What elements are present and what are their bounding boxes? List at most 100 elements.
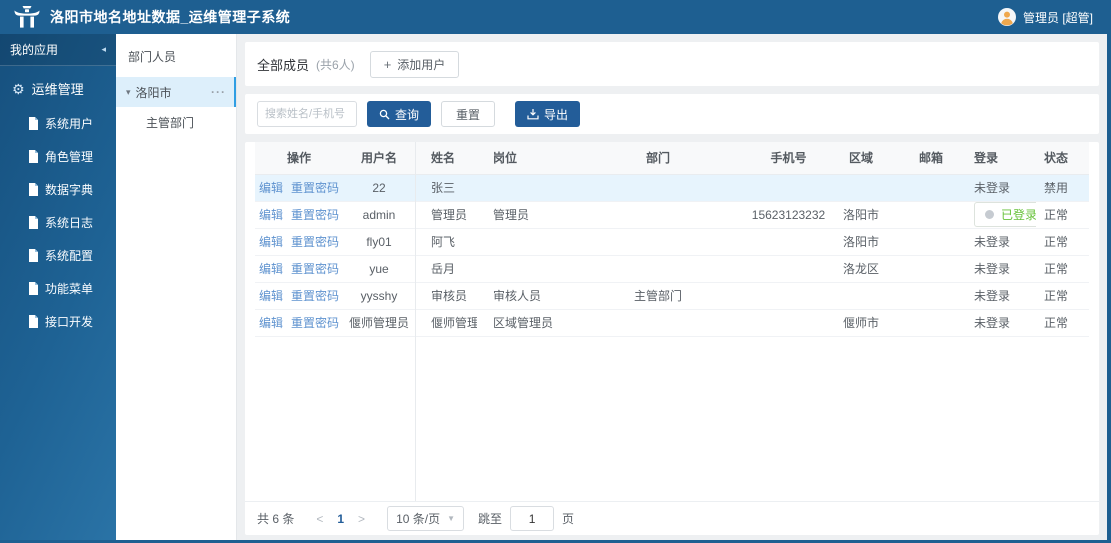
query-button[interactable]: 查询 — [367, 101, 432, 127]
dept-tree: ▾ 洛阳市 ··· 主管部门 — [116, 77, 236, 137]
document-icon — [28, 216, 39, 229]
document-icon — [28, 315, 39, 328]
column-header-post: 岗位 — [477, 142, 565, 175]
more-actions-icon[interactable]: ··· — [211, 85, 226, 99]
login-cell: 未登录 — [966, 255, 1036, 283]
username-cell: yue — [343, 255, 415, 283]
sidebar-item[interactable]: 系统配置 — [0, 239, 116, 272]
prev-page-button[interactable]: < — [308, 512, 331, 526]
column-header-email: 邮箱 — [896, 142, 966, 175]
actions-cell: 编辑重置密码删除 — [255, 255, 343, 283]
column-header-region: 区域 — [826, 142, 896, 175]
edit-link[interactable]: 编辑 — [259, 181, 283, 195]
sidebar-item[interactable]: 系统日志 — [0, 206, 116, 239]
main-content: 全部成员 (共6人) + 添加用户 查询 — [237, 34, 1107, 540]
search-icon — [379, 109, 390, 120]
region-value: 偃师市 — [842, 316, 879, 330]
export-label: 导出 — [544, 107, 569, 122]
status-value: 正常 — [1044, 262, 1069, 276]
reset-password-link[interactable]: 重置密码 — [291, 262, 339, 276]
gear-icon: ⚙ — [12, 80, 25, 97]
post-value: 审核人员 — [493, 289, 542, 303]
reset-password-link[interactable]: 重置密码 — [291, 208, 339, 222]
phone-cell — [751, 255, 826, 283]
phone-cell — [751, 174, 826, 202]
dept-panel-title: 部门人员 — [128, 50, 177, 64]
table-row: 编辑重置密码删除偃师管理员偃师管理员区域管理员偃师市未登录正常 — [255, 309, 1089, 337]
actions-cell: 编辑重置密码删除 — [255, 201, 343, 229]
reset-button[interactable]: 重置 — [441, 101, 496, 127]
dept-cell — [565, 309, 751, 337]
query-label: 查询 — [395, 107, 420, 122]
region-cell — [826, 174, 896, 202]
table-header-row: 操作 用户名 姓名 岗位 部门 手机号 区域 邮箱 登录 状态 — [255, 142, 1089, 175]
login-status: 未登录 — [974, 181, 1011, 195]
sidebar-item[interactable]: 角色管理 — [0, 140, 116, 173]
pagination: 共 6 条 < 1 > 10 条/页 ▼ 跳至 页 — [245, 501, 1099, 535]
email-cell — [896, 201, 966, 229]
post-cell — [477, 228, 565, 256]
document-icon — [28, 117, 39, 130]
edit-link[interactable]: 编辑 — [259, 235, 283, 249]
login-toggle[interactable]: 已登录 — [974, 202, 1036, 227]
add-user-button[interactable]: + 添加用户 — [369, 50, 460, 78]
sidebar-item-label: 系统日志 — [45, 216, 94, 230]
document-icon — [28, 282, 39, 295]
reset-password-link[interactable]: 重置密码 — [291, 289, 339, 303]
edit-link[interactable]: 编辑 — [259, 208, 283, 222]
next-page-button[interactable]: > — [350, 512, 373, 526]
export-button[interactable]: 导出 — [515, 101, 581, 127]
reset-password-link[interactable]: 重置密码 — [291, 181, 339, 195]
document-icon — [28, 150, 39, 163]
status-value: 正常 — [1044, 289, 1069, 303]
column-header-login: 登录 — [966, 142, 1036, 175]
name-value: 张三 — [431, 181, 456, 195]
sidebar-item[interactable]: 功能菜单 — [0, 272, 116, 305]
region-value: 洛阳市 — [842, 208, 879, 222]
page-size-select[interactable]: 10 条/页 ▼ — [387, 506, 465, 531]
sidebar-item[interactable]: 系统用户 — [0, 107, 116, 140]
status-value: 正常 — [1044, 208, 1069, 222]
sidebar-item-label: 数据字典 — [45, 183, 94, 197]
sidebar-header-label: 我的应用 — [10, 43, 59, 57]
user-name: 管理员 [超管] — [1022, 10, 1093, 25]
jump-page-input[interactable] — [510, 506, 555, 531]
edit-link[interactable]: 编辑 — [259, 262, 283, 276]
login-status: 未登录 — [974, 316, 1011, 330]
dept-tree-node[interactable]: ▾ 洛阳市 ··· — [116, 77, 236, 107]
export-icon — [527, 108, 539, 120]
region-cell: 洛阳市 — [826, 228, 896, 256]
table-row: 编辑重置密码删除 yysshy 审核员 审核人员 主管部门 未登录 正常 — [255, 282, 1089, 310]
dept-tree-node[interactable]: 主管部门 — [116, 107, 236, 137]
dept-value: 主管部门 — [633, 289, 682, 303]
reset-password-link[interactable]: 重置密码 — [291, 235, 339, 249]
user-menu[interactable]: 管理员 [超管] — [997, 8, 1093, 26]
sidebar-menu-items: 系统用户 角色管理数据字典系统日志系统配置 功能菜单接口开发 — [0, 107, 116, 338]
post-cell: 审核人员 — [477, 282, 565, 310]
column-header-actions: 操作 — [255, 142, 343, 175]
sidebar-item[interactable]: 数据字典 — [0, 173, 116, 206]
search-input[interactable] — [257, 101, 357, 127]
edit-link[interactable]: 编辑 — [259, 316, 283, 330]
sidebar-item[interactable]: 接口开发 — [0, 305, 116, 338]
status-cell: 正常 — [1036, 309, 1089, 337]
sidebar-item-label: 接口开发 — [45, 315, 94, 329]
sidebar-group-label: 运维管理 — [31, 82, 84, 97]
caret-down-icon[interactable]: ▾ — [126, 87, 131, 98]
sidebar-group-ops-management[interactable]: ⚙ 运维管理 — [0, 66, 116, 107]
phone-cell — [751, 282, 826, 310]
current-page-button[interactable]: 1 — [331, 512, 350, 526]
reset-password-link[interactable]: 重置密码 — [291, 316, 339, 330]
sidebar-header[interactable]: 我的应用 ◂ — [0, 34, 116, 66]
username-cell: 22 — [343, 174, 415, 202]
collapse-sidebar-icon[interactable]: ◂ — [101, 44, 106, 55]
actions-cell: 编辑重置密码删除 — [255, 282, 343, 310]
body-row: 我的应用 ◂ ⚙ 运维管理 系统用户 角色管理数据字典系统日志系统配置 功能菜单接口… — [0, 34, 1107, 540]
edit-link[interactable]: 编辑 — [259, 289, 283, 303]
user-avatar — [997, 8, 1016, 26]
post-value: 管理员 — [493, 208, 530, 222]
login-status: 未登录 — [974, 289, 1011, 303]
phone-cell — [751, 309, 826, 337]
app-window: 洛阳市地名地址数据_运维管理子系统 管理员 [超管] 我的应用 ◂ ⚙ 运维管理 — [0, 0, 1111, 543]
chevron-down-icon: ▼ — [447, 514, 456, 523]
